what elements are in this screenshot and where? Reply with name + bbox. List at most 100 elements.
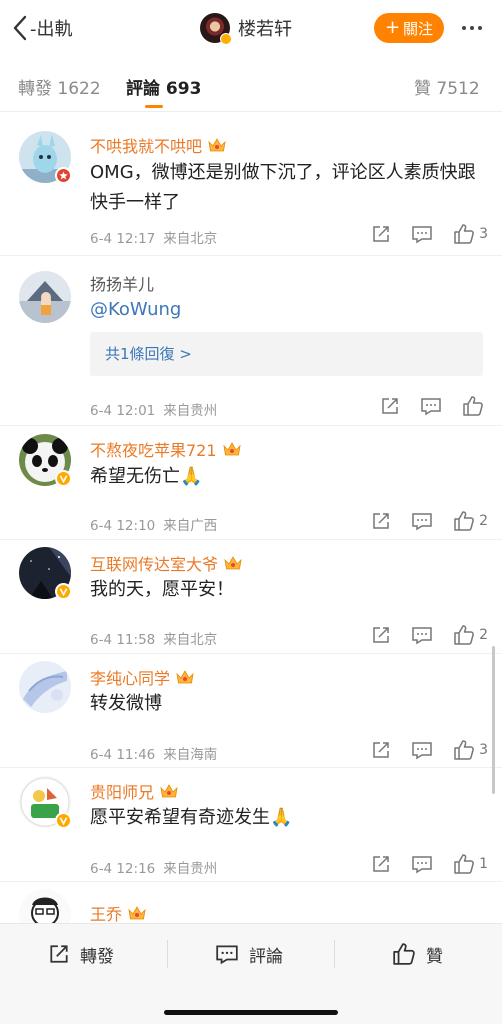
avatar[interactable] (19, 889, 71, 923)
comment-username[interactable]: 李纯心同学 (90, 665, 195, 689)
reply-button[interactable] (411, 740, 433, 760)
comment-username[interactable]: 不哄我就不哄吧 (90, 133, 227, 157)
back-button[interactable]: -出軌 (12, 12, 73, 44)
vip-crown-icon (160, 784, 178, 798)
comment-username[interactable]: 不熬夜吃苹果721 (90, 437, 242, 461)
account-name: 楼若轩 (238, 19, 292, 40)
tab-reposts[interactable]: 轉發 1622 (18, 74, 101, 99)
dot-icon (470, 26, 474, 30)
dot-icon (462, 26, 466, 30)
thumbs-up-icon (454, 511, 474, 531)
like-count: 2 (479, 627, 488, 643)
share-icon (373, 856, 389, 872)
comment-text: 转发微博 (90, 693, 162, 714)
comment-actions (360, 395, 488, 417)
tab-likes[interactable]: 贊 7512 (414, 74, 480, 99)
comment-mention[interactable]: @KoWung (90, 295, 485, 325)
thumbs-up-icon (454, 740, 474, 760)
avatar[interactable] (19, 776, 72, 829)
share-icon (373, 742, 389, 758)
avatar[interactable] (19, 547, 72, 600)
comment-username[interactable]: 互联网传达室大爷 (90, 551, 243, 575)
comment-item: 互联网传达室大爷 我的天，愿平安！ 6-4 11:58 来自北京 2 (0, 540, 502, 654)
comment-text: 愿平安希望有奇迹发生🙏 (90, 807, 293, 828)
verified-badge-icon (55, 583, 72, 600)
comment-username[interactable]: 王乔 (90, 901, 147, 923)
share-button[interactable] (371, 740, 391, 760)
like-button[interactable] (462, 395, 488, 417)
vip-crown-icon (208, 138, 226, 152)
comment-item: 李纯心同学 转发微博 6-4 11:46 来自海南 3 (0, 654, 502, 768)
avatar[interactable] (19, 661, 71, 713)
thumbs-up-icon (463, 396, 483, 416)
repost-button[interactable]: 轉發 (48, 940, 114, 968)
reply-button[interactable] (411, 511, 433, 531)
reply-button[interactable] (411, 224, 433, 244)
tab-bar: 轉發 1622 評論 693 贊 7512 (0, 60, 502, 112)
avatar[interactable] (19, 131, 72, 184)
vip-crown-icon (222, 442, 241, 456)
comment-meta: 6-4 11:58 来自北京 (90, 632, 218, 648)
reply-button[interactable] (411, 854, 433, 874)
reply-button[interactable] (420, 396, 442, 416)
comment-label: 評論 (249, 946, 283, 967)
share-icon (373, 513, 389, 529)
share-button[interactable] (380, 396, 400, 416)
chevron-left-icon (13, 15, 27, 41)
vip-crown-icon (224, 556, 242, 570)
account-title[interactable]: 楼若轩 (200, 12, 292, 45)
comment-username[interactable]: 贵阳师兄 (90, 779, 179, 803)
tab-label: 贊 (414, 79, 431, 99)
comment-text: 希望无伤亡🙏 (90, 466, 203, 487)
repost-label: 轉發 (80, 946, 114, 967)
share-button[interactable] (371, 625, 391, 645)
avatar[interactable] (19, 271, 71, 323)
like-count: 3 (479, 742, 488, 758)
tab-comments[interactable]: 評論 693 (126, 74, 201, 99)
view-replies-link[interactable]: 共1條回復 > (90, 332, 483, 376)
comment-username[interactable]: 扬扬羊儿 (90, 271, 154, 295)
thumbs-up-icon (454, 625, 474, 645)
comment-item: 王乔 (0, 882, 502, 923)
thumbs-up-icon (454, 224, 474, 244)
like-button[interactable]: 1 (453, 853, 488, 875)
comment-item: 不熬夜吃苹果721 希望无伤亡🙏 6-4 12:10 来自广西 2 (0, 426, 502, 540)
comment-text: OMG，微博还是别做下沉了，评论区人素质快跟快手一样了 (90, 162, 476, 213)
comment-button[interactable]: 評論 (215, 940, 283, 968)
account-avatar (200, 13, 232, 45)
more-options-button[interactable] (454, 14, 490, 42)
share-button[interactable] (371, 224, 391, 244)
scrollbar[interactable] (492, 646, 495, 794)
share-button[interactable] (371, 511, 391, 531)
plus-icon: + (384, 17, 401, 38)
divider (334, 940, 335, 968)
like-button[interactable]: 2 (453, 510, 488, 532)
tab-count: 693 (165, 79, 202, 99)
share-icon (50, 945, 68, 963)
comment-meta: 6-4 12:17 来自北京 (90, 231, 218, 247)
share-icon (382, 398, 398, 414)
like-label: 贊 (426, 946, 443, 967)
like-post-button[interactable]: 贊 (392, 940, 443, 968)
reply-button[interactable] (411, 625, 433, 645)
comment-item: 贵阳师兄 愿平安希望有奇迹发生🙏 6-4 12:16 来自贵州 1 (0, 768, 502, 882)
follow-button[interactable]: + 關注 (374, 13, 444, 43)
home-indicator[interactable] (164, 1010, 338, 1015)
thumbs-up-icon (454, 854, 474, 874)
comment-list: 不哄我就不哄吧 OMG，微博还是别做下沉了，评论区人素质快跟快手一样了 6-4 … (0, 113, 502, 923)
share-icon (373, 627, 389, 643)
avatar[interactable] (19, 434, 72, 487)
like-count: 1 (479, 856, 488, 872)
comment-item: 不哄我就不哄吧 OMG，微博还是别做下沉了，评论区人素质快跟快手一样了 6-4 … (0, 113, 502, 256)
comment-actions: 2 (351, 624, 488, 646)
follow-label: 關注 (403, 19, 434, 38)
vip-crown-icon (128, 906, 146, 920)
like-button[interactable]: 3 (453, 223, 488, 245)
star-badge-icon (55, 167, 72, 184)
comment-actions: 1 (351, 853, 488, 875)
share-button[interactable] (371, 854, 391, 874)
like-button[interactable]: 3 (453, 739, 488, 761)
top-nav-bar: -出軌 楼若轩 + 關注 (0, 0, 502, 56)
comment-meta: 6-4 12:16 来自贵州 (90, 861, 218, 877)
like-button[interactable]: 2 (453, 624, 488, 646)
